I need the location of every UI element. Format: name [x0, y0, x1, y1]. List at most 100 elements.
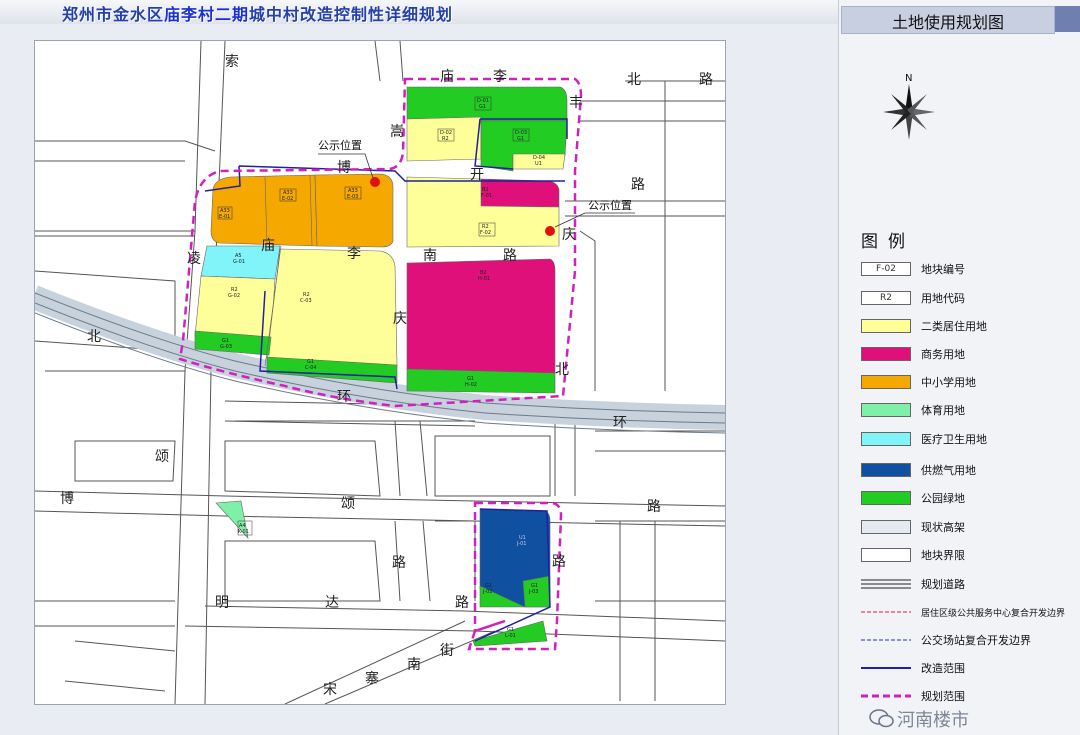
- svg-text:U1: U1: [535, 161, 542, 167]
- svg-text:颂: 颂: [341, 496, 355, 512]
- svg-text:达: 达: [325, 595, 339, 611]
- legend-swatch: [861, 548, 911, 562]
- svg-text:李: 李: [347, 246, 361, 262]
- legend-label: 二类居住用地: [921, 320, 987, 333]
- svg-text:庆: 庆: [562, 227, 576, 243]
- legend-swatch: F-02: [861, 262, 911, 276]
- svg-text:路: 路: [392, 555, 406, 571]
- legend-swatch: [861, 605, 911, 619]
- legend-panel: 土地使用规划图 N 图例 F-02 地块编号 R2 用地代码二类居住用地 商务用地中小学…: [838, 0, 1080, 735]
- legend-swatch: [861, 432, 911, 446]
- svg-text:路: 路: [503, 248, 517, 264]
- svg-text:北: 北: [555, 362, 569, 378]
- svg-text:G1: G1: [479, 104, 486, 110]
- legend-item: R2 用地代码: [861, 290, 965, 306]
- legend-item: 公园绿地: [861, 490, 965, 506]
- svg-text:N: N: [905, 73, 912, 84]
- legend-swatch: R2: [861, 291, 911, 305]
- watermark-text: 河南楼市: [897, 710, 969, 731]
- legend-label: 商务用地: [921, 348, 965, 361]
- parcel-r2-c03[interactable]: [266, 248, 398, 367]
- legend-item: 二类居住用地: [861, 318, 987, 334]
- svg-text:H-02: H-02: [465, 382, 477, 388]
- panel-title-box: 土地使用规划图: [841, 6, 1055, 34]
- legend-label: 用地代码: [921, 292, 965, 305]
- svg-text:R2: R2: [442, 136, 449, 142]
- legend-label: 中小学用地: [921, 376, 976, 389]
- legend-label: 规划道路: [921, 578, 965, 591]
- legend-item: 现状高架: [861, 519, 965, 535]
- legend-swatch: [861, 577, 911, 591]
- header-bar: 郑州市金水区庙李村二期城中村改造控制性详细规划: [0, 0, 838, 24]
- svg-text:路: 路: [699, 72, 713, 88]
- page-title: 郑州市金水区庙李村二期城中村改造控制性详细规划: [62, 5, 454, 24]
- panel-title: 土地使用规划图: [891, 13, 1004, 32]
- svg-text:F-01: F-01: [481, 193, 492, 199]
- svg-text:开: 开: [470, 167, 484, 183]
- svg-text:H-01: H-01: [478, 276, 490, 282]
- svg-text:J-02: J-02: [482, 589, 492, 595]
- legend-item: 地块界限: [861, 547, 965, 563]
- svg-text:环: 环: [337, 389, 351, 405]
- svg-text:南: 南: [423, 248, 437, 264]
- svg-text:E-03: E-03: [347, 194, 358, 200]
- svg-text:寨: 寨: [365, 670, 379, 687]
- svg-text:L-01: L-01: [505, 633, 516, 639]
- svg-text:凌: 凌: [187, 251, 201, 267]
- svg-text:公示位置: 公示位置: [318, 138, 362, 152]
- legend-label: 改造范围: [921, 662, 965, 675]
- north-arrow-icon: N: [883, 73, 935, 140]
- svg-text:街: 街: [440, 643, 454, 659]
- legend-swatch: [861, 689, 911, 703]
- legend-swatch: [861, 520, 911, 534]
- legend-item: 商务用地: [861, 346, 965, 362]
- svg-text:宋: 宋: [323, 682, 337, 698]
- svg-text:庙: 庙: [440, 69, 454, 85]
- svg-text:C-03: C-03: [300, 298, 312, 304]
- legend-swatch: [861, 491, 911, 505]
- svg-text:公示位置: 公示位置: [588, 198, 632, 212]
- svg-text:丰: 丰: [569, 95, 583, 111]
- legend-item: F-02 地块编号: [861, 261, 965, 277]
- svg-text:博: 博: [337, 159, 351, 176]
- panel-title-accent: [1055, 6, 1080, 32]
- svg-text:嵩: 嵩: [390, 124, 404, 140]
- legend-item: 居住区级公共服务中心复合开发边界: [861, 604, 1065, 620]
- parcel-a33-e03[interactable]: [314, 173, 394, 248]
- svg-text:李: 李: [493, 69, 507, 85]
- svg-text:K-01: K-01: [238, 529, 249, 535]
- svg-text:G-03: G-03: [220, 344, 232, 350]
- legend-label: 地块编号: [921, 263, 965, 276]
- svg-text:E-02: E-02: [282, 196, 293, 202]
- wechat-icon: [869, 709, 894, 728]
- svg-text:路: 路: [631, 177, 645, 193]
- svg-text:路: 路: [552, 554, 566, 570]
- legend-label: 规划范围: [921, 690, 965, 703]
- legend-item: 规划范围: [861, 688, 965, 704]
- legend-swatch: [861, 403, 911, 417]
- legend-label: 公交场站复合开发边界: [921, 634, 1031, 647]
- legend-label: 医疗卫生用地: [921, 433, 987, 446]
- legend-swatch: [861, 375, 911, 389]
- legend-item: 医疗卫生用地: [861, 431, 987, 447]
- land-use-map[interactable]: A33 E-02 A33 E-03 A33 E-01 A5 G-01 R2 G-02 R2…: [34, 40, 726, 705]
- svg-text:明: 明: [215, 595, 229, 611]
- svg-text:北: 北: [87, 329, 101, 345]
- legend-label: 公园绿地: [921, 492, 965, 505]
- legend-item: 改造范围: [861, 660, 965, 676]
- parcel-g1-h02[interactable]: [406, 368, 556, 394]
- legend-swatch: [861, 347, 911, 361]
- parcel-b2-f01[interactable]: [480, 178, 560, 208]
- svg-text:庙: 庙: [261, 238, 275, 254]
- legend-heading: 图例: [861, 232, 915, 252]
- parcel-g1-d01[interactable]: [406, 86, 568, 122]
- svg-text:J-01: J-01: [516, 541, 526, 547]
- svg-text:C-04: C-04: [305, 365, 317, 371]
- svg-text:南: 南: [407, 657, 421, 673]
- legend-label: 现状高架: [921, 521, 965, 534]
- legend-item: 供燃气用地: [861, 462, 976, 478]
- svg-text:G-02: G-02: [228, 293, 240, 299]
- svg-text:F-02: F-02: [480, 230, 491, 236]
- svg-text:庆: 庆: [393, 311, 407, 327]
- svg-text:索: 索: [225, 53, 239, 70]
